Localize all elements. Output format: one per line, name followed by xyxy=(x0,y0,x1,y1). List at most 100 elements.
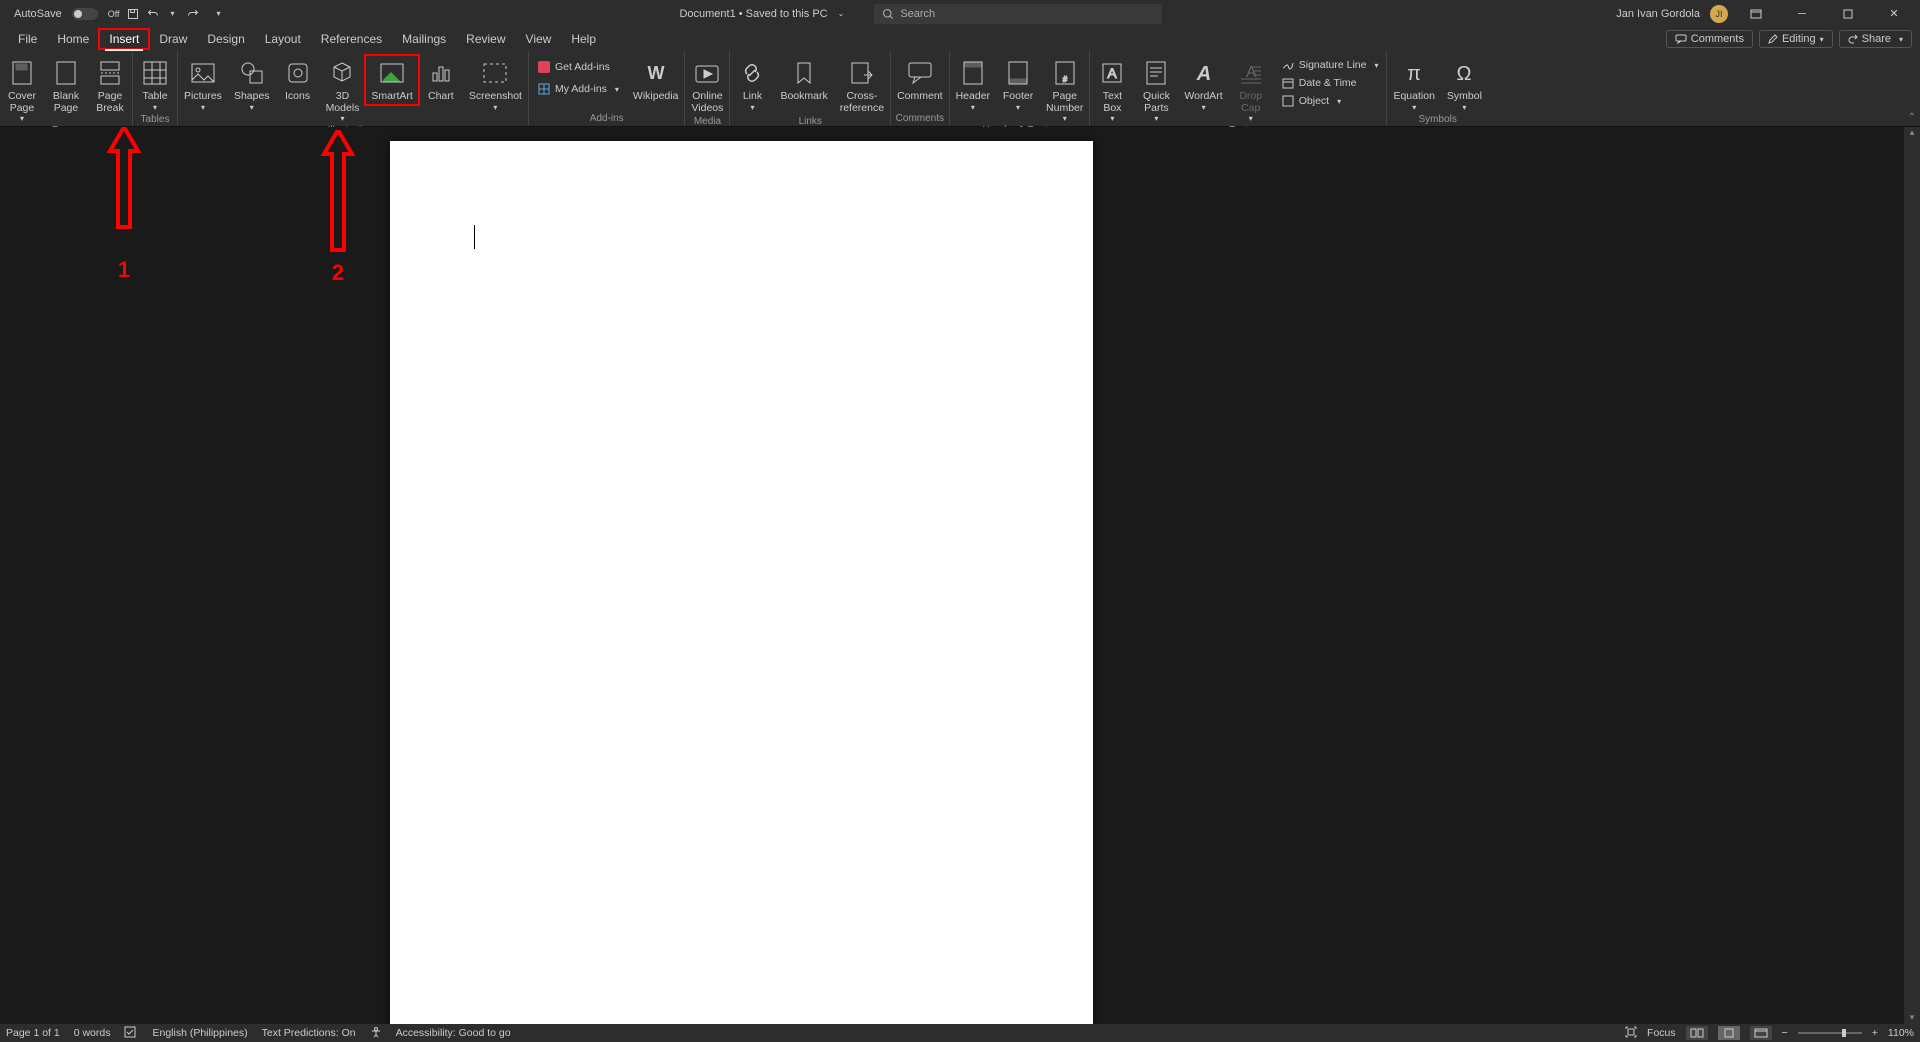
maximize-icon[interactable] xyxy=(1830,1,1866,27)
undo-dropdown-icon[interactable]: ▾ xyxy=(166,7,180,21)
group-comments-label: Comments xyxy=(891,113,949,126)
link-button[interactable]: Link▾ xyxy=(730,55,774,114)
cross-reference-button[interactable]: Cross-reference xyxy=(834,55,890,116)
focus-icon xyxy=(1625,1026,1637,1041)
document-title[interactable]: Document1 • Saved to this PC xyxy=(679,8,827,20)
editing-button[interactable]: Editing▾ xyxy=(1759,30,1833,48)
footer-button[interactable]: Footer▾ xyxy=(996,55,1040,114)
ribbon-display-icon[interactable] xyxy=(1738,1,1774,27)
my-addins-button[interactable]: My Add-ins▾ xyxy=(533,81,623,97)
pictures-button[interactable]: Pictures▾ xyxy=(178,55,228,114)
print-layout-button[interactable] xyxy=(1718,1026,1740,1040)
tab-home[interactable]: Home xyxy=(47,29,99,49)
annotation-label-2: 2 xyxy=(314,260,362,286)
group-symbols: πEquation▾ ΩSymbol▾ Symbols xyxy=(1387,51,1487,126)
tab-review[interactable]: Review xyxy=(456,29,515,49)
tab-help[interactable]: Help xyxy=(561,29,606,49)
signature-line-button[interactable]: Signature Line▾ xyxy=(1277,57,1383,73)
tab-view[interactable]: View xyxy=(516,29,562,49)
text-box-button[interactable]: ATextBox▾ xyxy=(1090,55,1134,125)
autosave-toggle[interactable] xyxy=(72,8,98,20)
status-language[interactable]: English (Philippines) xyxy=(152,1027,247,1039)
web-layout-button[interactable] xyxy=(1750,1026,1772,1040)
scroll-up-icon[interactable]: ▴ xyxy=(1904,127,1920,139)
header-button[interactable]: Header▾ xyxy=(950,55,996,114)
save-icon[interactable] xyxy=(126,7,140,21)
zoom-out-button[interactable]: − xyxy=(1782,1027,1788,1039)
equation-button[interactable]: πEquation▾ xyxy=(1387,55,1440,114)
tab-layout[interactable]: Layout xyxy=(255,29,311,49)
bookmark-button[interactable]: Bookmark xyxy=(774,55,833,105)
svg-text:#: # xyxy=(1062,75,1067,84)
page-number-button[interactable]: #PageNumber▾ xyxy=(1040,55,1089,125)
shapes-button[interactable]: Shapes▾ xyxy=(228,55,276,114)
search-placeholder: Search xyxy=(900,8,935,20)
zoom-in-button[interactable]: + xyxy=(1872,1027,1878,1039)
object-button[interactable]: Object▾ xyxy=(1277,93,1383,109)
quick-parts-button[interactable]: QuickParts▾ xyxy=(1134,55,1178,125)
page[interactable] xyxy=(390,141,1093,1024)
status-focus[interactable]: Focus xyxy=(1647,1027,1676,1039)
signature-icon xyxy=(1281,58,1295,72)
wikipedia-button[interactable]: WWikipedia xyxy=(627,55,685,105)
addins-icon xyxy=(537,82,551,96)
tab-references[interactable]: References xyxy=(311,29,392,49)
tab-draw[interactable]: Draw xyxy=(149,29,197,49)
wordart-button[interactable]: AWordArt▾ xyxy=(1178,55,1228,114)
user-name[interactable]: Jan Ivan Gordola xyxy=(1616,8,1700,20)
smartart-button[interactable]: SmartArt xyxy=(365,55,418,105)
document-area[interactable] xyxy=(0,127,1904,1024)
zoom-slider[interactable] xyxy=(1798,1032,1862,1034)
status-words[interactable]: 0 words xyxy=(74,1027,111,1039)
chart-button[interactable]: Chart xyxy=(419,55,463,105)
group-links: Link▾ Bookmark Cross-reference Links xyxy=(730,51,891,126)
status-bar: Page 1 of 1 0 words English (Philippines… xyxy=(0,1024,1920,1042)
spellcheck-icon[interactable] xyxy=(124,1026,138,1041)
share-icon xyxy=(1848,34,1858,44)
tab-mailings[interactable]: Mailings xyxy=(392,29,456,49)
collapse-ribbon-icon[interactable]: ⌃ xyxy=(1908,112,1916,123)
share-button[interactable]: Share▾ xyxy=(1839,30,1912,48)
title-bar: AutoSave Off ▾ ▾ Document1 • Saved to th… xyxy=(0,0,1920,27)
page-break-button[interactable]: PageBreak xyxy=(88,55,132,116)
cover-page-button[interactable]: CoverPage▾ xyxy=(0,55,44,125)
status-page[interactable]: Page 1 of 1 xyxy=(6,1027,60,1039)
search-input[interactable]: Search xyxy=(874,4,1162,24)
avatar[interactable]: JI xyxy=(1710,5,1728,23)
group-symbols-label: Symbols xyxy=(1387,114,1487,127)
date-time-button[interactable]: Date & Time xyxy=(1277,75,1383,91)
comment-button[interactable]: Comment xyxy=(891,55,949,105)
text-cursor xyxy=(474,225,475,249)
object-icon xyxy=(1281,94,1295,108)
close-icon[interactable]: ✕ xyxy=(1876,1,1912,27)
table-button[interactable]: Table▾ xyxy=(133,55,177,114)
tab-insert[interactable]: Insert xyxy=(99,29,149,49)
doc-title-dropdown-icon[interactable]: ⌄ xyxy=(838,9,845,18)
online-videos-button[interactable]: OnlineVideos xyxy=(685,55,729,116)
drop-cap-button[interactable]: ADropCap▾ xyxy=(1229,55,1273,125)
annotation-label-1: 1 xyxy=(100,257,148,283)
annotation-arrow-2: 2 xyxy=(314,130,362,286)
get-addins-button[interactable]: Get Add-ins xyxy=(533,59,623,75)
status-accessibility[interactable]: Accessibility: Good to go xyxy=(396,1027,511,1039)
icons-button[interactable]: Icons xyxy=(276,55,320,105)
scroll-down-icon[interactable]: ▾ xyxy=(1904,1012,1920,1024)
vertical-scrollbar[interactable]: ▴ ▾ xyxy=(1904,127,1920,1024)
redo-icon[interactable] xyxy=(186,7,200,21)
tab-design[interactable]: Design xyxy=(197,29,254,49)
qat-customize-icon[interactable]: ▾ xyxy=(212,7,226,21)
store-icon xyxy=(537,60,551,74)
zoom-level[interactable]: 110% xyxy=(1888,1027,1914,1039)
group-addins: Get Add-ins My Add-ins▾ WWikipedia Add-i… xyxy=(529,51,685,126)
undo-icon[interactable] xyxy=(146,7,160,21)
blank-page-button[interactable]: BlankPage xyxy=(44,55,88,116)
3d-models-button[interactable]: 3DModels▾ xyxy=(320,55,366,125)
symbol-button[interactable]: ΩSymbol▾ xyxy=(1441,55,1488,114)
status-predictions[interactable]: Text Predictions: On xyxy=(262,1027,356,1039)
calendar-icon xyxy=(1281,76,1295,90)
screenshot-button[interactable]: Screenshot▾ xyxy=(463,55,528,114)
minimize-icon[interactable]: ─ xyxy=(1784,1,1820,27)
comments-button[interactable]: Comments xyxy=(1666,30,1753,48)
tab-file[interactable]: File xyxy=(8,29,47,49)
read-mode-button[interactable] xyxy=(1686,1026,1708,1040)
